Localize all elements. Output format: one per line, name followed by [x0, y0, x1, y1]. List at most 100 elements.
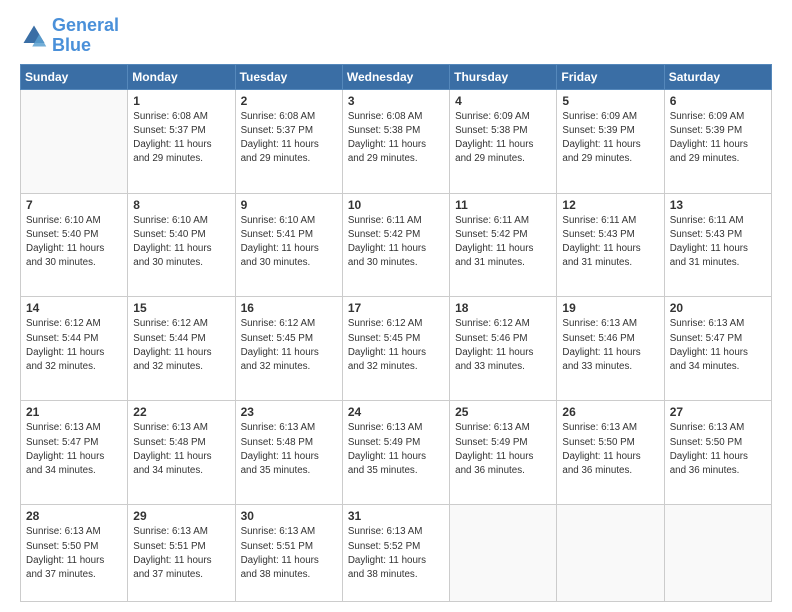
weekday-header-tuesday: Tuesday [235, 64, 342, 89]
calendar-cell: 25 Sunrise: 6:13 AMSunset: 5:49 PMDayligh… [450, 401, 557, 505]
calendar-cell: 14 Sunrise: 6:12 AMSunset: 5:44 PMDayligh… [21, 297, 128, 401]
page: General Blue SundayMondayTuesdayWednesda… [0, 0, 792, 612]
calendar-cell: 16 Sunrise: 6:12 AMSunset: 5:45 PMDayligh… [235, 297, 342, 401]
day-number: 22 [133, 405, 229, 419]
weekday-header-friday: Friday [557, 64, 664, 89]
day-number: 17 [348, 301, 444, 315]
calendar-cell: 30 Sunrise: 6:13 AMSunset: 5:51 PMDayligh… [235, 505, 342, 602]
day-number: 16 [241, 301, 337, 315]
logo-icon [20, 22, 48, 50]
day-number: 23 [241, 405, 337, 419]
day-number: 14 [26, 301, 122, 315]
day-info: Sunrise: 6:11 AMSunset: 5:43 PMDaylight:… [670, 214, 766, 271]
calendar-cell: 5Sunrise: 6:09 AMSunset: 5:39 PMDaylight… [557, 89, 664, 193]
day-info: Sunrise: 6:13 AMSunset: 5:50 PMDaylight:… [562, 421, 658, 478]
calendar-cell: 12 Sunrise: 6:11 AMSunset: 5:43 PMDayligh… [557, 193, 664, 297]
day-number: 6 [670, 94, 766, 108]
day-number: 25 [455, 405, 551, 419]
calendar-cell: 29 Sunrise: 6:13 AMSunset: 5:51 PMDayligh… [128, 505, 235, 602]
day-info: Sunrise: 6:12 AMSunset: 5:45 PMDaylight:… [241, 317, 337, 374]
calendar-cell [450, 505, 557, 602]
calendar-week-4: 21 Sunrise: 6:13 AMSunset: 5:47 PMDayligh… [21, 401, 772, 505]
day-info: Sunrise: 6:11 AMSunset: 5:42 PMDaylight:… [455, 214, 551, 271]
day-info: Sunrise: 6:10 AMSunset: 5:41 PMDaylight:… [241, 214, 337, 271]
calendar-cell: 3Sunrise: 6:08 AMSunset: 5:38 PMDaylight… [342, 89, 449, 193]
day-number: 5 [562, 94, 658, 108]
day-number: 1 [133, 94, 229, 108]
day-info: Sunrise: 6:13 AMSunset: 5:50 PMDaylight:… [26, 525, 122, 582]
weekday-header-saturday: Saturday [664, 64, 771, 89]
calendar-cell: 17Sunrise: 6:12 AMSunset: 5:45 PMDayligh… [342, 297, 449, 401]
calendar-cell: 21 Sunrise: 6:13 AMSunset: 5:47 PMDayligh… [21, 401, 128, 505]
calendar-cell: 28 Sunrise: 6:13 AMSunset: 5:50 PMDayligh… [21, 505, 128, 602]
day-number: 30 [241, 509, 337, 523]
day-info: Sunrise: 6:11 AMSunset: 5:43 PMDaylight:… [562, 214, 658, 271]
calendar-table: SundayMondayTuesdayWednesdayThursdayFrid… [20, 64, 772, 602]
calendar-cell: 11 Sunrise: 6:11 AMSunset: 5:42 PMDayligh… [450, 193, 557, 297]
day-info: Sunrise: 6:13 AMSunset: 5:49 PMDaylight:… [455, 421, 551, 478]
day-info: Sunrise: 6:13 AMSunset: 5:51 PMDaylight:… [133, 525, 229, 582]
day-info: Sunrise: 6:12 AMSunset: 5:44 PMDaylight:… [26, 317, 122, 374]
day-number: 7 [26, 198, 122, 212]
day-number: 18 [455, 301, 551, 315]
day-info: Sunrise: 6:13 AMSunset: 5:50 PMDaylight:… [670, 421, 766, 478]
calendar-cell: 7Sunrise: 6:10 AMSunset: 5:40 PMDaylight… [21, 193, 128, 297]
day-info: Sunrise: 6:13 AMSunset: 5:47 PMDaylight:… [26, 421, 122, 478]
day-number: 27 [670, 405, 766, 419]
day-number: 2 [241, 94, 337, 108]
day-number: 28 [26, 509, 122, 523]
day-info: Sunrise: 6:08 AMSunset: 5:37 PMDaylight:… [133, 110, 229, 167]
day-info: Sunrise: 6:13 AMSunset: 5:48 PMDaylight:… [133, 421, 229, 478]
calendar-cell: 18Sunrise: 6:12 AMSunset: 5:46 PMDayligh… [450, 297, 557, 401]
calendar-cell: 10 Sunrise: 6:11 AMSunset: 5:42 PMDayligh… [342, 193, 449, 297]
calendar-cell: 6Sunrise: 6:09 AMSunset: 5:39 PMDaylight… [664, 89, 771, 193]
day-info: Sunrise: 6:13 AMSunset: 5:48 PMDaylight:… [241, 421, 337, 478]
calendar-cell: 26 Sunrise: 6:13 AMSunset: 5:50 PMDayligh… [557, 401, 664, 505]
day-number: 4 [455, 94, 551, 108]
day-number: 21 [26, 405, 122, 419]
calendar-cell [21, 89, 128, 193]
day-number: 12 [562, 198, 658, 212]
day-info: Sunrise: 6:08 AMSunset: 5:37 PMDaylight:… [241, 110, 337, 167]
calendar-cell: 27 Sunrise: 6:13 AMSunset: 5:50 PMDayligh… [664, 401, 771, 505]
day-number: 15 [133, 301, 229, 315]
calendar-cell [664, 505, 771, 602]
calendar-cell: 23 Sunrise: 6:13 AMSunset: 5:48 PMDayligh… [235, 401, 342, 505]
weekday-header-sunday: Sunday [21, 64, 128, 89]
day-info: Sunrise: 6:13 AMSunset: 5:52 PMDaylight:… [348, 525, 444, 582]
day-number: 9 [241, 198, 337, 212]
weekday-header-wednesday: Wednesday [342, 64, 449, 89]
calendar-cell: 20 Sunrise: 6:13 AMSunset: 5:47 PMDayligh… [664, 297, 771, 401]
day-number: 24 [348, 405, 444, 419]
day-number: 3 [348, 94, 444, 108]
calendar-cell: 1 Sunrise: 6:08 AMSunset: 5:37 PMDaylight… [128, 89, 235, 193]
calendar-cell: 9 Sunrise: 6:10 AMSunset: 5:41 PMDaylight… [235, 193, 342, 297]
calendar-cell: 15Sunrise: 6:12 AMSunset: 5:44 PMDayligh… [128, 297, 235, 401]
weekday-header-thursday: Thursday [450, 64, 557, 89]
weekday-header-row: SundayMondayTuesdayWednesdayThursdayFrid… [21, 64, 772, 89]
logo: General Blue [20, 16, 119, 56]
day-number: 10 [348, 198, 444, 212]
day-number: 26 [562, 405, 658, 419]
logo-text: General Blue [52, 16, 119, 56]
day-info: Sunrise: 6:13 AMSunset: 5:47 PMDaylight:… [670, 317, 766, 374]
calendar-cell [557, 505, 664, 602]
calendar-cell: 13 Sunrise: 6:11 AMSunset: 5:43 PMDayligh… [664, 193, 771, 297]
calendar-week-2: 7Sunrise: 6:10 AMSunset: 5:40 PMDaylight… [21, 193, 772, 297]
calendar-cell: 19 Sunrise: 6:13 AMSunset: 5:46 PMDayligh… [557, 297, 664, 401]
weekday-header-monday: Monday [128, 64, 235, 89]
day-number: 13 [670, 198, 766, 212]
header: General Blue [20, 16, 772, 56]
day-info: Sunrise: 6:11 AMSunset: 5:42 PMDaylight:… [348, 214, 444, 271]
day-info: Sunrise: 6:13 AMSunset: 5:51 PMDaylight:… [241, 525, 337, 582]
day-number: 29 [133, 509, 229, 523]
day-number: 20 [670, 301, 766, 315]
calendar-cell: 31Sunrise: 6:13 AMSunset: 5:52 PMDayligh… [342, 505, 449, 602]
calendar-cell: 24Sunrise: 6:13 AMSunset: 5:49 PMDayligh… [342, 401, 449, 505]
calendar-cell: 4Sunrise: 6:09 AMSunset: 5:38 PMDaylight… [450, 89, 557, 193]
calendar-cell: 2 Sunrise: 6:08 AMSunset: 5:37 PMDaylight… [235, 89, 342, 193]
day-info: Sunrise: 6:13 AMSunset: 5:46 PMDaylight:… [562, 317, 658, 374]
day-number: 19 [562, 301, 658, 315]
day-number: 11 [455, 198, 551, 212]
calendar-week-1: 1 Sunrise: 6:08 AMSunset: 5:37 PMDaylight… [21, 89, 772, 193]
